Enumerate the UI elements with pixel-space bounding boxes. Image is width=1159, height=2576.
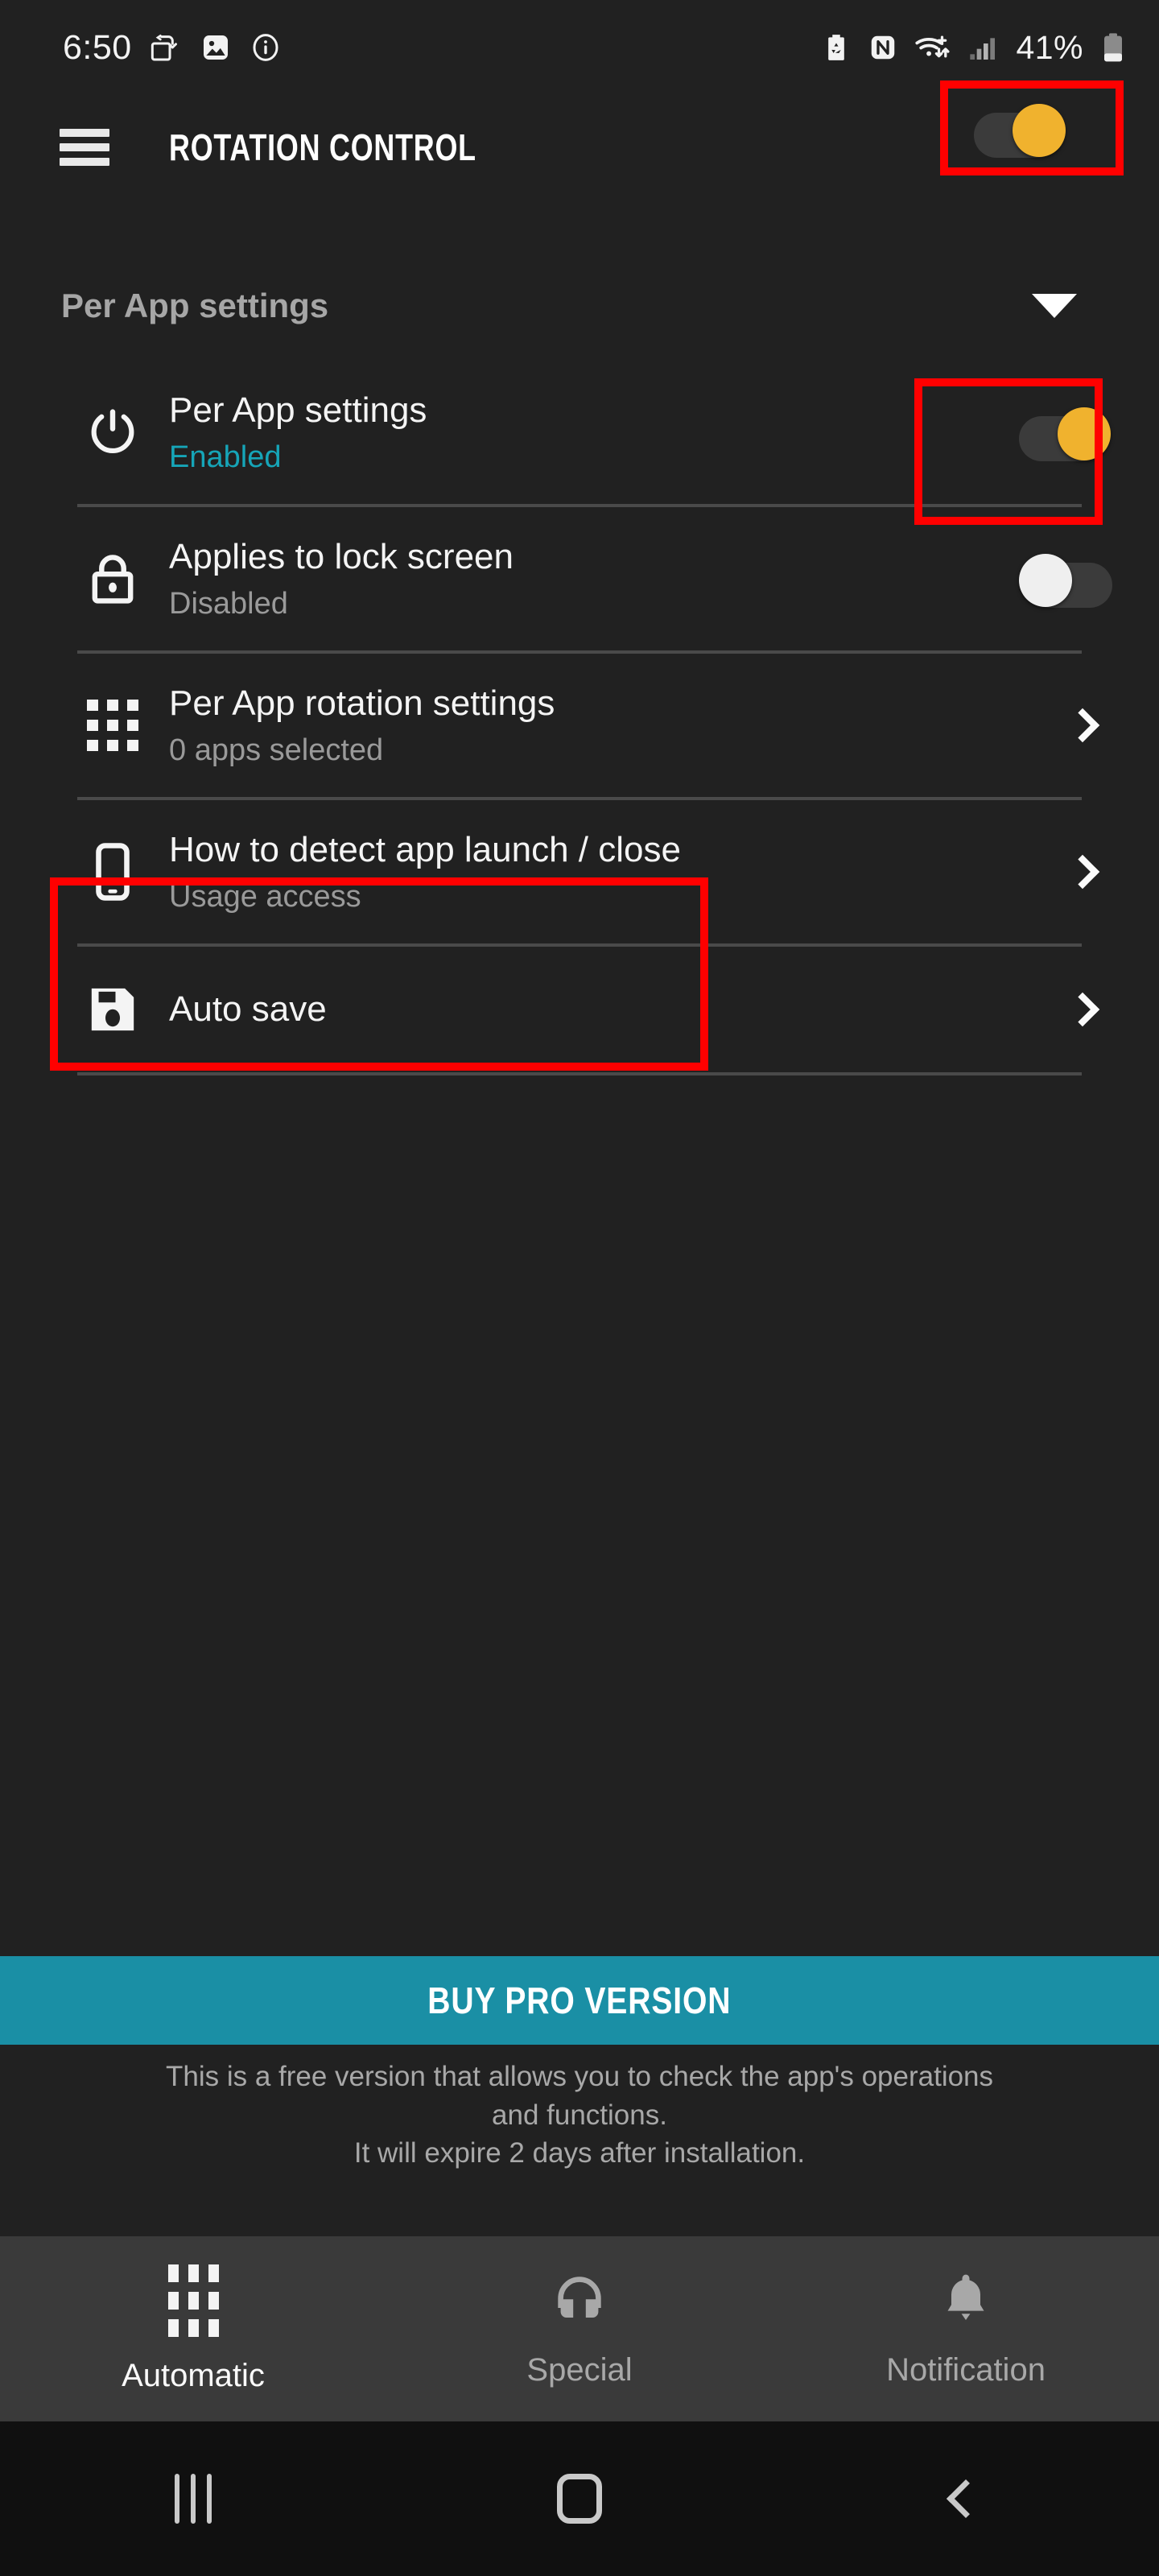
tab-special-label: Special <box>526 2352 633 2388</box>
chevron-right-icon[interactable] <box>1065 708 1100 743</box>
toggle-thumb <box>1058 407 1111 460</box>
list-item-subtitle: 0 apps selected <box>169 733 384 767</box>
tab-automatic[interactable]: Automatic <box>0 2236 386 2421</box>
toggle-thumb <box>1013 104 1066 157</box>
list-item-subtitle: Enabled <box>169 440 282 474</box>
chevron-right-icon[interactable] <box>1065 992 1100 1027</box>
list-item-how-to-detect-app-launch-close[interactable]: How to detect app launch / close Usage a… <box>0 800 1159 943</box>
list-item-title: How to detect app launch / close <box>169 829 681 869</box>
free-version-note-line-3: It will expire 2 days after installation… <box>353 2137 806 2169</box>
caret-down-icon[interactable] <box>1032 294 1077 318</box>
list-item-auto-save[interactable]: Auto save <box>0 947 1159 1072</box>
bottom-tab-bar: Automatic Special Notification <box>0 2236 1159 2421</box>
list-item-title: Per App rotation settings <box>169 683 555 723</box>
list-item-text: How to detect app launch / close Usage a… <box>151 829 1019 915</box>
battery-icon <box>1099 31 1127 64</box>
toggle-thumb <box>1019 554 1072 607</box>
rotate-screen-icon <box>150 31 182 64</box>
applies-to-lock-screen-toggle[interactable] <box>1019 549 1112 609</box>
battery-percent-label: 41% <box>1016 28 1083 66</box>
list-item-title: Auto save <box>169 989 327 1030</box>
grid-icon <box>74 687 151 764</box>
tab-special[interactable]: Special <box>386 2236 773 2421</box>
master-rotation-toggle[interactable] <box>974 99 1067 159</box>
app-screen: 6:50 41% ROTATION CONTROL Per App settin… <box>0 0 1159 2576</box>
free-version-note-line-2: and functions. <box>492 2099 667 2131</box>
lock-icon <box>74 540 151 617</box>
section-header-per-app-settings[interactable]: Per App settings <box>0 258 1159 354</box>
list-item-text: Auto save <box>151 989 1019 1030</box>
list-item-per-app-settings[interactable]: Per App settings Enabled <box>0 361 1159 504</box>
battery-saver-icon <box>821 32 852 63</box>
section-header-label: Per App settings <box>61 287 329 324</box>
gallery-icon <box>200 31 232 64</box>
page-title: ROTATION CONTROL <box>169 126 476 168</box>
bell-icon <box>937 2269 995 2331</box>
tab-notification[interactable]: Notification <box>773 2236 1159 2421</box>
info-icon <box>250 31 282 64</box>
list-item-accessory <box>1019 549 1116 609</box>
free-version-note: This is a free version that allows you t… <box>0 2058 1159 2173</box>
divider <box>77 1072 1082 1075</box>
list-item-per-app-rotation-settings[interactable]: Per App rotation settings 0 apps selecte… <box>0 654 1159 797</box>
grid-icon <box>167 2264 219 2337</box>
android-navigation-bar <box>0 2421 1159 2576</box>
list-item-title: Per App settings <box>169 390 427 430</box>
save-icon <box>74 971 151 1048</box>
signal-icon <box>967 31 1000 64</box>
list-item-subtitle: Usage access <box>169 879 361 914</box>
buy-pro-version-label: BUY PRO VERSION <box>427 1979 732 2021</box>
list-item-text: Per App settings Enabled <box>151 390 1019 476</box>
free-version-note-line-1: This is a free version that allows you t… <box>165 2061 994 2092</box>
list-item-title: Applies to lock screen <box>169 536 514 576</box>
chevron-right-icon[interactable] <box>1065 854 1100 890</box>
back-icon[interactable] <box>773 2479 1159 2519</box>
status-clock: 6:50 <box>63 27 132 67</box>
status-bar-right: 41% <box>821 29 1127 67</box>
status-bar-left: 6:50 <box>63 28 282 68</box>
recent-apps-icon[interactable] <box>0 2474 386 2524</box>
hamburger-icon[interactable] <box>60 129 109 166</box>
wifi-icon <box>914 31 951 64</box>
list-item-accessory <box>1019 402 1116 462</box>
power-icon <box>74 394 151 471</box>
status-bar: 6:50 41% <box>0 0 1159 95</box>
home-icon[interactable] <box>386 2474 773 2524</box>
list-item-accessory <box>1019 992 1116 1027</box>
buy-pro-version-button[interactable]: BUY PRO VERSION <box>0 1956 1159 2045</box>
headphones-icon <box>551 2269 608 2331</box>
list-item-accessory <box>1019 854 1116 890</box>
per-app-settings-toggle[interactable] <box>1019 402 1111 462</box>
settings-list: Per App settings Enabled Applies to lock… <box>0 361 1159 1075</box>
list-item-text: Per App rotation settings 0 apps selecte… <box>151 683 1019 769</box>
nfc-icon <box>868 32 898 63</box>
tab-automatic-label: Automatic <box>122 2357 265 2393</box>
list-item-applies-to-lock-screen[interactable]: Applies to lock screen Disabled <box>0 507 1159 650</box>
phone-icon <box>74 833 151 910</box>
list-item-text: Applies to lock screen Disabled <box>151 536 1019 622</box>
list-item-accessory <box>1019 708 1116 743</box>
list-item-subtitle: Disabled <box>169 586 288 621</box>
tab-notification-label: Notification <box>886 2352 1046 2388</box>
